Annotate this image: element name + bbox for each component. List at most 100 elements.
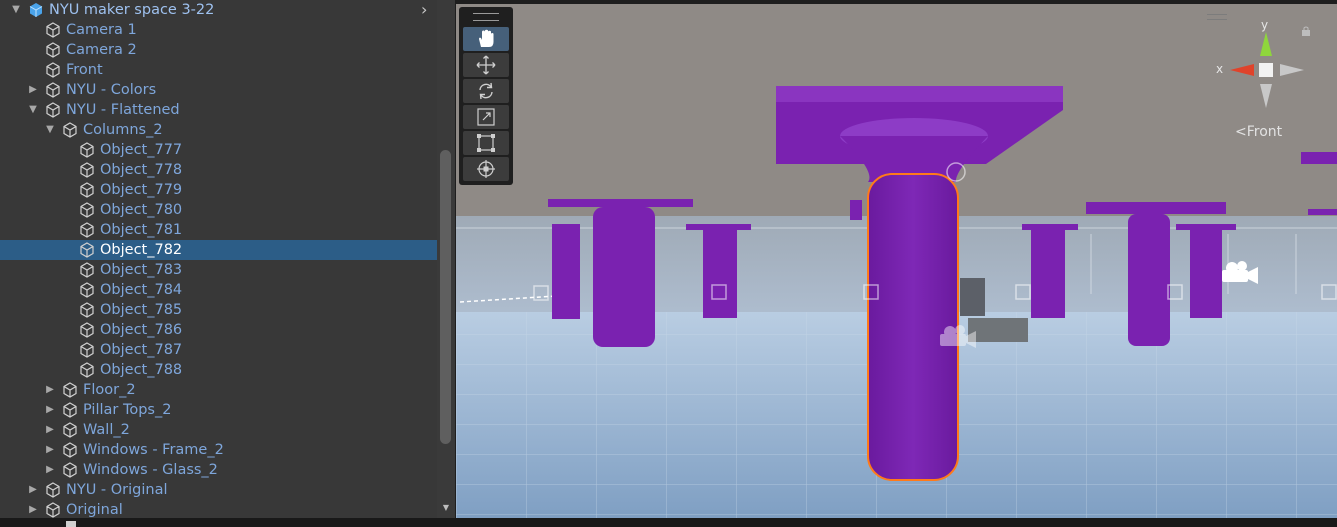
hierarchy-row[interactable]: ▼ Columns_2 — [0, 120, 437, 140]
gameobject-icon — [62, 442, 78, 458]
hierarchy-row[interactable]: ▶ Windows - Frame_2 — [0, 440, 437, 460]
gameobject-icon — [79, 302, 95, 318]
hierarchy-row-label: Camera 1 — [66, 22, 137, 38]
scene-render — [456, 4, 1337, 518]
chevron-right-icon[interactable]: › — [421, 2, 435, 18]
hierarchy-row-label: Camera 2 — [66, 42, 137, 58]
hierarchy-row-label: NYU - Flattened — [66, 102, 180, 118]
collapsed-arrow-icon[interactable]: ▶ — [44, 460, 56, 480]
rect-transform-icon — [477, 134, 495, 152]
hierarchy-row-label: Object_779 — [100, 182, 183, 198]
hierarchy-row[interactable]: ▶ Pillar Tops_2 — [0, 400, 437, 420]
hierarchy-row-label: Object_778 — [100, 162, 183, 178]
hierarchy-scrollbar-thumb[interactable] — [440, 150, 451, 444]
gameobject-icon — [45, 62, 61, 78]
hierarchy-row-label: Object_786 — [100, 322, 183, 338]
hierarchy-row[interactable]: Object_779 — [0, 180, 437, 200]
collapsed-arrow-icon[interactable]: ▶ — [44, 440, 56, 460]
expanded-arrow-icon[interactable]: ▼ — [10, 0, 22, 20]
hierarchy-row[interactable]: Object_783 — [0, 260, 437, 280]
hierarchy-row[interactable]: Object_778 — [0, 160, 437, 180]
hierarchy-row[interactable]: Object_782 — [0, 240, 437, 260]
gameobject-icon — [79, 242, 95, 258]
collapsed-arrow-icon[interactable]: ▶ — [44, 420, 56, 440]
gameobject-icon — [79, 162, 95, 178]
hierarchy-row[interactable]: Camera 1 — [0, 20, 437, 40]
gameobject-icon — [62, 122, 78, 138]
gameobject-icon — [62, 462, 78, 478]
gameobject-icon — [62, 402, 78, 418]
gameobject-icon — [79, 282, 95, 298]
hierarchy-row[interactable]: Object_788 — [0, 360, 437, 380]
expanded-arrow-icon[interactable]: ▼ — [27, 100, 39, 120]
hierarchy-row[interactable]: ▶ Floor_2 — [0, 380, 437, 400]
hierarchy-row-label: NYU - Colors — [66, 82, 157, 98]
view-mode-text: Front — [1246, 124, 1283, 140]
hierarchy-row[interactable]: ▼ NYU maker space 3-22 — [0, 0, 437, 20]
gameobject-icon — [62, 382, 78, 398]
hand-tool-button[interactable] — [463, 27, 509, 51]
hierarchy-row[interactable]: Object_781 — [0, 220, 437, 240]
hierarchy-row-label: Wall_2 — [83, 422, 130, 438]
hierarchy-row-label: Object_783 — [100, 262, 183, 278]
hierarchy-panel: ▼ NYU maker space 3-22 Camera 1 Camera 2 Fro… — [0, 0, 455, 518]
hierarchy-row-label: Pillar Tops_2 — [83, 402, 172, 418]
hierarchy-row[interactable]: ▶ NYU - Original — [0, 480, 437, 500]
scale-tool-button[interactable] — [463, 105, 509, 129]
hierarchy-row-label: Front — [66, 62, 103, 78]
hierarchy-row-label: Object_785 — [100, 302, 183, 318]
hierarchy-row[interactable]: Object_785 — [0, 300, 437, 320]
hierarchy-row[interactable]: Object_784 — [0, 280, 437, 300]
scroll-down-arrow-icon[interactable]: ▼ — [439, 503, 453, 513]
hierarchy-row-label: Object_784 — [100, 282, 183, 298]
gameobject-icon — [79, 142, 95, 158]
gameobject-icon — [79, 322, 95, 338]
hierarchy-row-label: Object_788 — [100, 362, 183, 378]
lock-icon[interactable] — [1301, 26, 1311, 36]
expanded-arrow-icon[interactable]: ▼ — [44, 120, 56, 140]
scene-overlay-grip[interactable] — [1207, 14, 1227, 20]
hierarchy-row[interactable]: ▶ Wall_2 — [0, 420, 437, 440]
gameobject-icon — [79, 182, 95, 198]
hierarchy-row[interactable]: Object_780 — [0, 200, 437, 220]
palette-grip-handle[interactable] — [473, 13, 499, 21]
status-icon — [66, 521, 76, 527]
hierarchy-row[interactable]: ▶ NYU - Colors — [0, 80, 437, 100]
collapsed-arrow-icon[interactable]: ▶ — [27, 80, 39, 100]
hand-icon — [479, 29, 494, 47]
hierarchy-row[interactable]: Object_787 — [0, 340, 437, 360]
hierarchy-row[interactable]: ▶ Windows - Glass_2 — [0, 460, 437, 480]
hierarchy-row[interactable]: Object_786 — [0, 320, 437, 340]
chevron-left-icon: < — [1235, 124, 1247, 140]
rotate-icon — [479, 82, 493, 100]
collapsed-arrow-icon[interactable]: ▶ — [44, 400, 56, 420]
gameobject-icon — [79, 202, 95, 218]
rect-tool-button[interactable] — [463, 131, 509, 155]
hierarchy-row-label: Object_780 — [100, 202, 183, 218]
scene-view[interactable] — [456, 4, 1337, 518]
gameobject-icon — [45, 82, 61, 98]
collapsed-arrow-icon[interactable]: ▶ — [27, 480, 39, 500]
hierarchy-row-label: Object_777 — [100, 142, 183, 158]
hierarchy-row[interactable]: Camera 2 — [0, 40, 437, 60]
collapsed-arrow-icon[interactable]: ▶ — [44, 380, 56, 400]
gameobject-icon — [45, 42, 61, 58]
gameobject-icon — [79, 342, 95, 358]
gameobject-icon — [79, 362, 95, 378]
hierarchy-row[interactable]: Front — [0, 60, 437, 80]
hierarchy-row[interactable]: ▶ Original — [0, 500, 437, 518]
hierarchy-row[interactable]: Object_777 — [0, 140, 437, 160]
orientation-gizmo[interactable] — [1212, 22, 1322, 122]
rotate-tool-button[interactable] — [463, 79, 509, 103]
view-mode-label[interactable]: <Front — [1235, 124, 1282, 140]
collapsed-arrow-icon[interactable]: ▶ — [27, 500, 39, 518]
hierarchy-row[interactable]: ▼ NYU - Flattened — [0, 100, 437, 120]
move-tool-button[interactable] — [463, 53, 509, 77]
hierarchy-row-label: Object_787 — [100, 342, 183, 358]
hierarchy-row-label: Columns_2 — [83, 122, 163, 138]
status-bar — [0, 518, 1337, 527]
tool-palette — [459, 7, 513, 185]
prefab-icon — [28, 2, 44, 18]
transform-tool-button[interactable] — [463, 157, 509, 181]
gizmo-x-label: x — [1216, 62, 1224, 76]
